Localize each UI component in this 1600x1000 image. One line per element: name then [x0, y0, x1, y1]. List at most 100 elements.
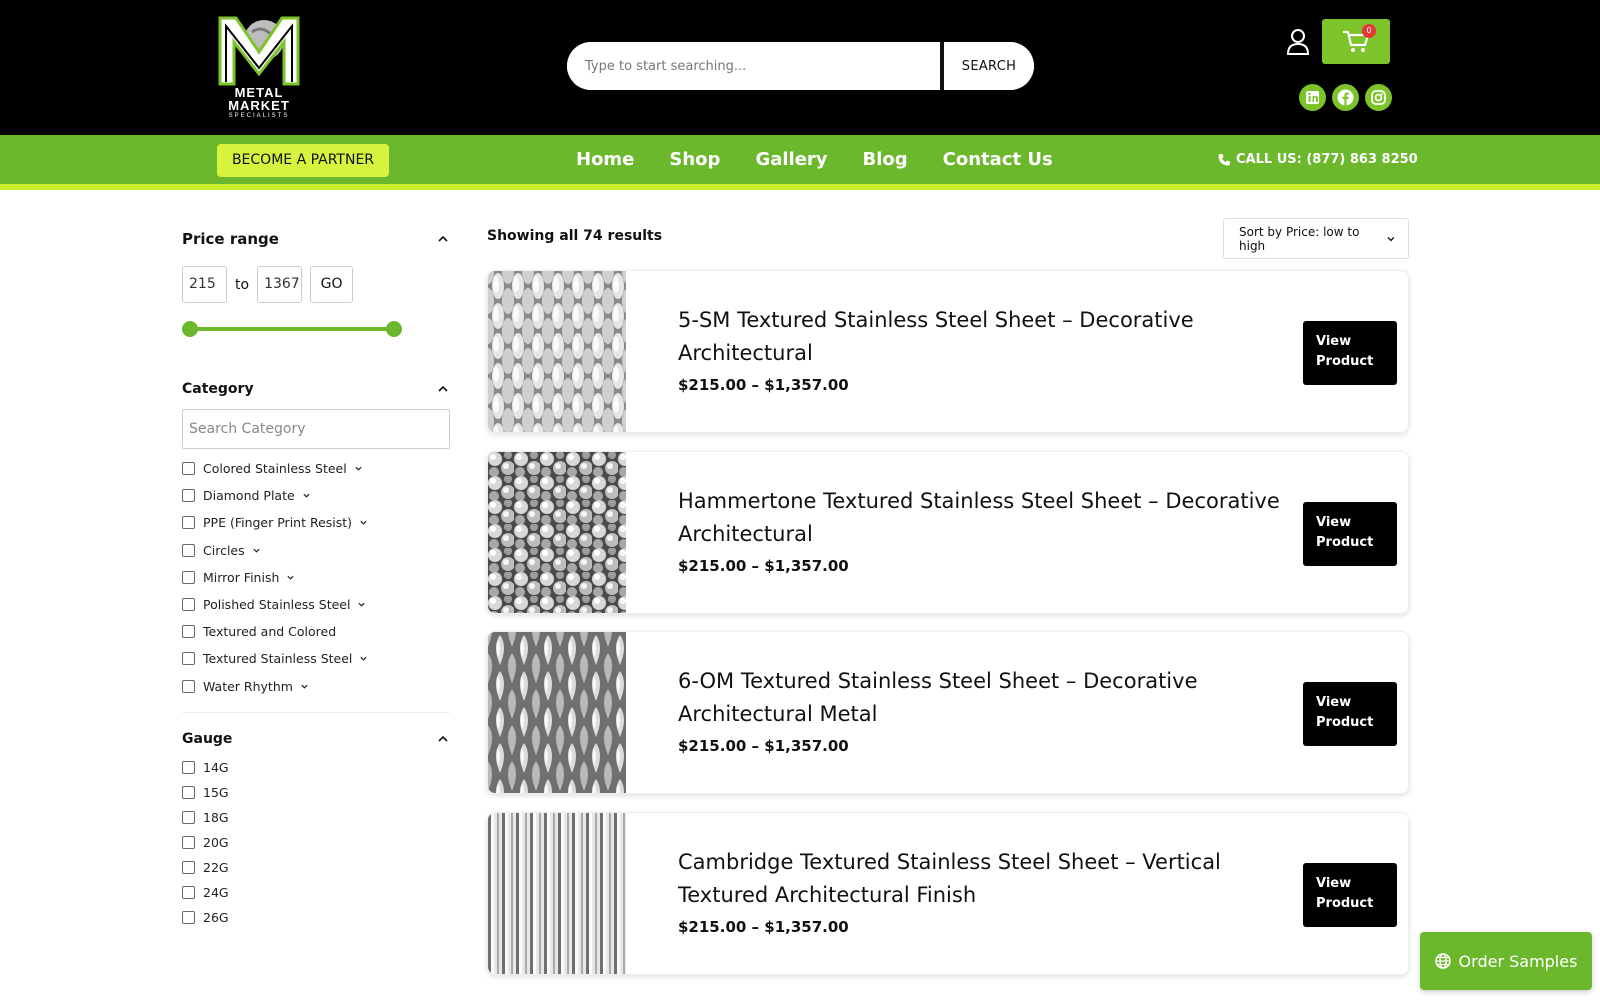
search-bar: SEARCH: [567, 42, 1034, 90]
product-price: $215.00 – $1,357.00: [678, 737, 849, 755]
category-item[interactable]: Colored Stainless Steel: [182, 455, 450, 482]
product-texture-image: [488, 632, 626, 793]
price-range-header[interactable]: Price range: [182, 230, 450, 248]
gauge-item[interactable]: 22G: [182, 855, 450, 880]
chevron-down-icon[interactable]: [357, 600, 366, 609]
gauge-checkbox[interactable]: [182, 911, 195, 925]
instagram-icon[interactable]: [1365, 84, 1392, 111]
chevron-down-icon[interactable]: [359, 518, 368, 527]
user-icon[interactable]: [1285, 28, 1311, 56]
category-checkbox[interactable]: [182, 489, 195, 503]
product-image[interactable]: [488, 271, 626, 432]
category-item[interactable]: Diamond Plate: [182, 482, 450, 509]
chevron-down-icon[interactable]: [300, 682, 309, 691]
product-image[interactable]: [488, 451, 626, 613]
category-checkbox[interactable]: [182, 625, 195, 639]
category-checkbox[interactable]: [182, 543, 195, 557]
category-item[interactable]: Water Rhythm: [182, 673, 450, 700]
category-label: Water Rhythm: [203, 678, 293, 694]
order-samples-label: Order Samples: [1458, 951, 1578, 971]
slider-min-handle[interactable]: [182, 321, 198, 337]
gauge-item[interactable]: 26G: [182, 905, 450, 930]
sort-dropdown[interactable]: Sort by Price: low to high: [1223, 218, 1409, 259]
gauge-item[interactable]: 18G: [182, 805, 450, 830]
gauge-item[interactable]: 14G: [182, 755, 450, 780]
nav-shop[interactable]: Shop: [669, 149, 720, 170]
product-price: $215.00 – $1,357.00: [678, 376, 849, 394]
product-title[interactable]: 6-OM Textured Stainless Steel Sheet – De…: [678, 665, 1288, 731]
view-product-button[interactable]: View Product: [1303, 862, 1397, 927]
become-partner-button[interactable]: BECOME A PARTNER: [217, 144, 389, 177]
category-item[interactable]: Textured and Colored: [182, 618, 450, 645]
search-input[interactable]: [567, 42, 944, 90]
facebook-icon[interactable]: [1332, 84, 1359, 111]
product-card[interactable]: Hammertone Textured Stainless Steel Shee…: [487, 450, 1409, 614]
chevron-down-icon[interactable]: [286, 573, 295, 582]
slider-fill: [190, 327, 394, 331]
gauge-checkbox[interactable]: [182, 861, 195, 875]
gauge-checkbox[interactable]: [182, 836, 195, 850]
category-item[interactable]: Circles: [182, 537, 450, 564]
gauge-title: Gauge: [182, 730, 233, 747]
category-checkbox[interactable]: [182, 570, 195, 584]
price-max-input[interactable]: 1367: [257, 266, 303, 303]
category-item[interactable]: PPE (Finger Print Resist): [182, 509, 450, 536]
product-texture-image: [488, 271, 626, 432]
nav-blog[interactable]: Blog: [863, 149, 908, 170]
category-checkbox[interactable]: [182, 679, 195, 693]
cart-button[interactable]: 0: [1322, 19, 1390, 64]
category-header[interactable]: Category: [182, 381, 450, 397]
gauge-item[interactable]: 15G: [182, 780, 450, 805]
category-checkbox[interactable]: [182, 598, 195, 612]
product-price: $215.00 – $1,357.00: [678, 917, 849, 936]
chevron-down-icon[interactable]: [359, 654, 368, 663]
product-title[interactable]: Cambridge Textured Stainless Steel Sheet…: [678, 846, 1288, 912]
category-item[interactable]: Textured Stainless Steel: [182, 645, 450, 672]
product-card[interactable]: 6-OM Textured Stainless Steel Sheet – De…: [487, 631, 1409, 794]
category-checkbox[interactable]: [182, 516, 195, 530]
gauge-header[interactable]: Gauge: [182, 731, 450, 747]
sort-label: Sort by Price: low to high: [1239, 224, 1360, 253]
gauge-checkbox[interactable]: [182, 810, 195, 824]
search-button[interactable]: SEARCH: [944, 42, 1034, 90]
chevron-down-icon: [1387, 236, 1395, 241]
linkedin-icon[interactable]: [1299, 84, 1326, 111]
price-min-input[interactable]: 215: [182, 266, 227, 303]
gauge-label: 14G: [203, 759, 229, 775]
gauge-checkbox[interactable]: [182, 886, 195, 900]
brand-logo[interactable]: METAL MARKET SPECIALISTS: [216, 12, 302, 120]
nav-home[interactable]: Home: [576, 149, 634, 170]
gauge-checkbox[interactable]: [182, 785, 195, 799]
view-product-button[interactable]: View Product: [1303, 682, 1397, 746]
logo-m-icon: [218, 16, 300, 86]
view-product-button[interactable]: View Product: [1303, 501, 1397, 566]
phone-icon: [1218, 153, 1230, 165]
chevron-down-icon[interactable]: [252, 546, 261, 555]
category-checkbox[interactable]: [182, 652, 195, 666]
chevron-down-icon[interactable]: [354, 464, 363, 473]
slider-max-handle[interactable]: [386, 321, 402, 337]
gauge-filter: Gauge 14G 15G 18G 20G 22G 24G 26G: [182, 731, 450, 931]
gauge-item[interactable]: 20G: [182, 830, 450, 855]
product-title[interactable]: 5-SM Textured Stainless Steel Sheet – De…: [678, 304, 1288, 370]
category-search-input[interactable]: [182, 409, 450, 449]
price-slider[interactable]: [182, 319, 402, 339]
gauge-checkbox[interactable]: [182, 760, 195, 774]
nav-gallery[interactable]: Gallery: [755, 149, 827, 170]
chevron-down-icon[interactable]: [302, 491, 311, 500]
product-image[interactable]: [488, 812, 626, 974]
product-title[interactable]: Hammertone Textured Stainless Steel Shee…: [678, 485, 1288, 551]
gauge-item[interactable]: 24G: [182, 880, 450, 905]
call-us-link[interactable]: CALL US: (877) 863 8250: [1217, 135, 1418, 184]
view-product-button[interactable]: View Product: [1303, 321, 1397, 385]
category-checkbox[interactable]: [182, 462, 195, 476]
nav-contact-us[interactable]: Contact Us: [943, 149, 1053, 170]
order-samples-button[interactable]: Order Samples: [1420, 932, 1592, 990]
category-item[interactable]: Mirror Finish: [182, 564, 450, 591]
product-card[interactable]: Cambridge Textured Stainless Steel Sheet…: [487, 811, 1409, 975]
category-item[interactable]: Polished Stainless Steel: [182, 591, 450, 618]
product-card[interactable]: 5-SM Textured Stainless Steel Sheet – De…: [487, 270, 1409, 433]
product-image[interactable]: [488, 632, 626, 793]
chevron-up-icon: [438, 235, 448, 242]
price-go-button[interactable]: GO: [310, 266, 354, 303]
